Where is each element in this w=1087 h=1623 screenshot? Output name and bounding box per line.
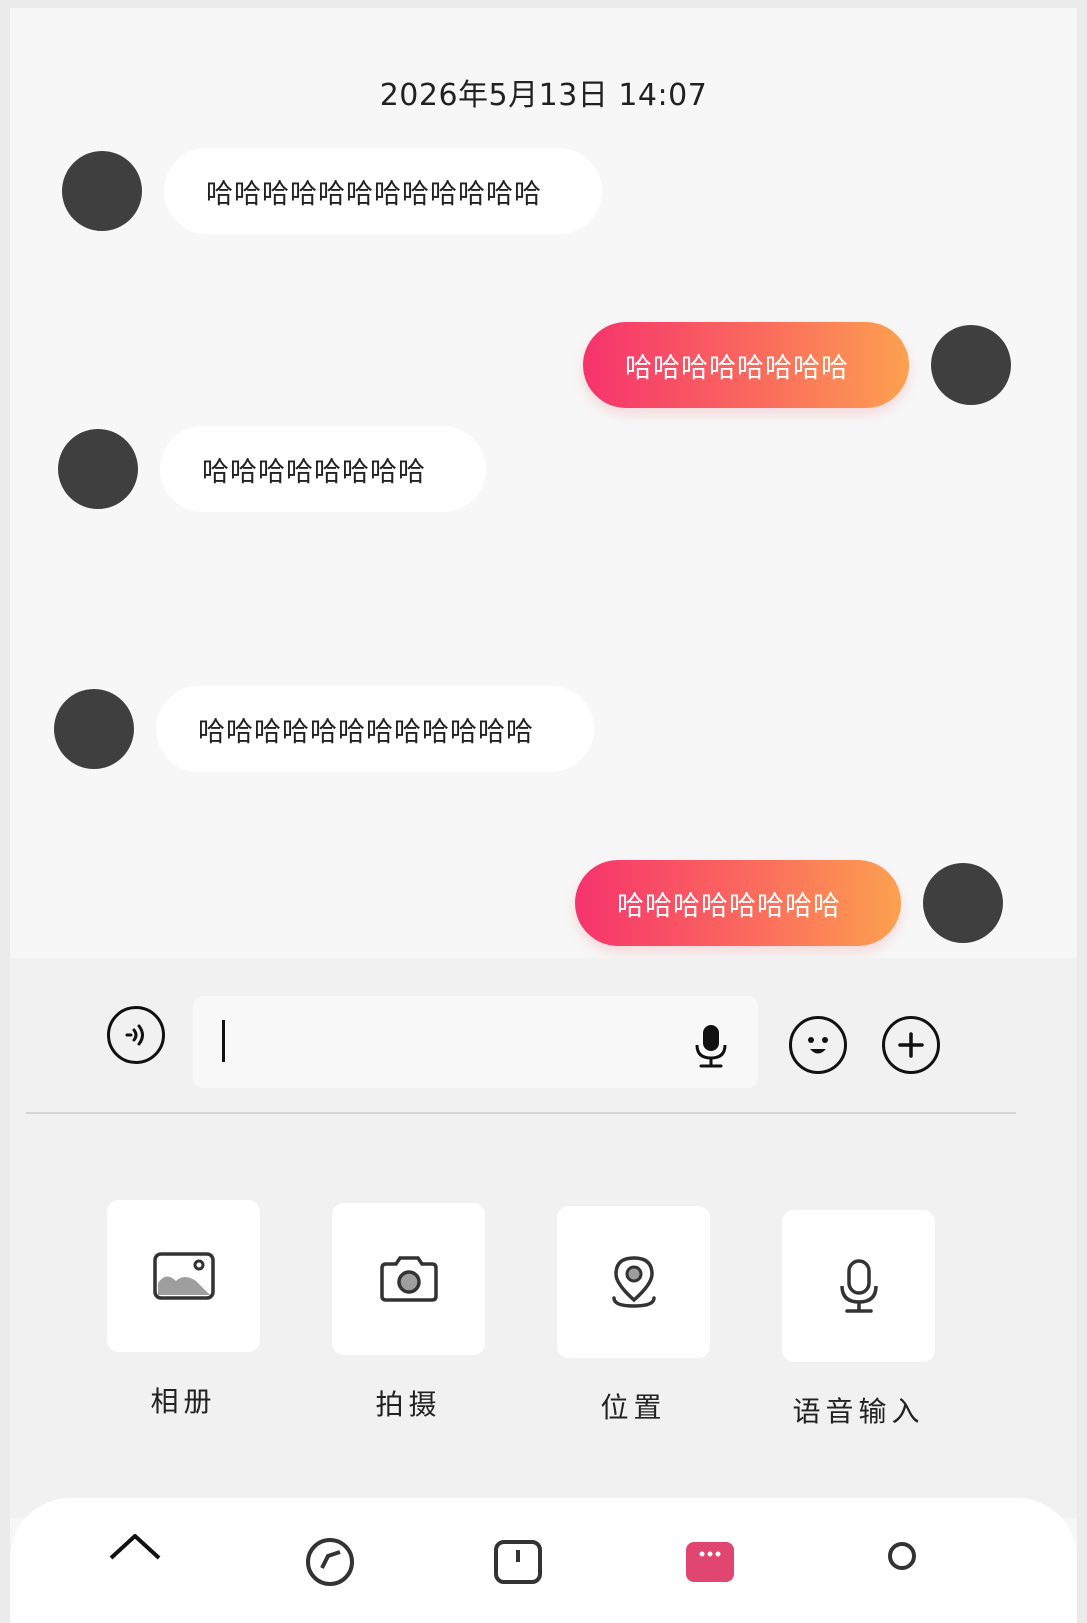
- discover-icon[interactable]: [300, 1528, 360, 1588]
- message-row-incoming: 哈哈哈哈哈哈哈哈哈哈哈哈: [62, 148, 602, 234]
- message-bubble[interactable]: 哈哈哈哈哈哈哈哈: [575, 860, 901, 946]
- messages-icon[interactable]: [680, 1528, 740, 1588]
- emoji-icon: [808, 1037, 828, 1054]
- tool-tile[interactable]: [332, 1203, 485, 1355]
- plus-icon: [898, 1032, 924, 1058]
- message-row-incoming: 哈哈哈哈哈哈哈哈哈哈哈哈: [54, 686, 594, 772]
- more-button[interactable]: [882, 1016, 940, 1074]
- message-row-outgoing: 哈哈哈哈哈哈哈哈: [583, 322, 1011, 408]
- tool-label: 相册: [150, 1385, 217, 1418]
- tool-location[interactable]: 位置: [557, 1206, 710, 1426]
- photo-album-icon: [152, 1252, 215, 1300]
- message-row-incoming: 哈哈哈哈哈哈哈哈: [58, 426, 486, 512]
- tool-voice-input[interactable]: 语音输入: [782, 1210, 935, 1430]
- emoji-button[interactable]: [789, 1016, 847, 1074]
- tool-tile[interactable]: [557, 1206, 710, 1358]
- tool-label: 拍摄: [375, 1388, 442, 1421]
- tool-camera[interactable]: 拍摄: [332, 1203, 485, 1423]
- microphone-icon[interactable]: [693, 1023, 729, 1069]
- avatar[interactable]: [58, 429, 138, 509]
- text-cursor: [222, 1020, 225, 1062]
- divider: [26, 1112, 1016, 1114]
- chat-timestamp: 2026年5月13日 14:07: [379, 78, 708, 113]
- voice-toggle-button[interactable]: [107, 1006, 165, 1064]
- input-panel: 相册 拍摄 位置 语音输入: [10, 958, 1077, 1518]
- voice-toggle-icon: [125, 1024, 144, 1046]
- message-row-outgoing: 哈哈哈哈哈哈哈哈: [575, 860, 1003, 946]
- message-bubble[interactable]: 哈哈哈哈哈哈哈哈: [583, 322, 909, 408]
- avatar[interactable]: [931, 325, 1011, 405]
- camera-icon: [379, 1256, 438, 1302]
- tool-album[interactable]: 相册: [107, 1200, 260, 1420]
- tool-tile[interactable]: [782, 1210, 935, 1362]
- tool-tile[interactable]: [107, 1200, 260, 1352]
- profile-icon[interactable]: [872, 1528, 932, 1588]
- add-icon[interactable]: [488, 1528, 548, 1588]
- message-bubble[interactable]: 哈哈哈哈哈哈哈哈哈哈哈哈: [164, 148, 602, 234]
- avatar[interactable]: [54, 689, 134, 769]
- chat-screen: 2026年5月13日 14:07 哈哈哈哈哈哈哈哈哈哈哈哈 哈哈哈哈哈哈哈哈 哈…: [10, 8, 1077, 1623]
- message-bubble[interactable]: 哈哈哈哈哈哈哈哈哈哈哈哈: [156, 686, 594, 772]
- tool-label: 位置: [600, 1391, 667, 1424]
- location-icon: [611, 1256, 656, 1308]
- avatar[interactable]: [62, 151, 142, 231]
- avatar[interactable]: [923, 863, 1003, 943]
- bottom-navigation: [10, 1498, 1077, 1623]
- message-bubble[interactable]: 哈哈哈哈哈哈哈哈: [160, 426, 486, 512]
- message-input[interactable]: [193, 996, 758, 1088]
- microphone-icon: [839, 1259, 878, 1313]
- tool-label: 语音输入: [792, 1395, 925, 1428]
- home-icon[interactable]: [105, 1528, 165, 1588]
